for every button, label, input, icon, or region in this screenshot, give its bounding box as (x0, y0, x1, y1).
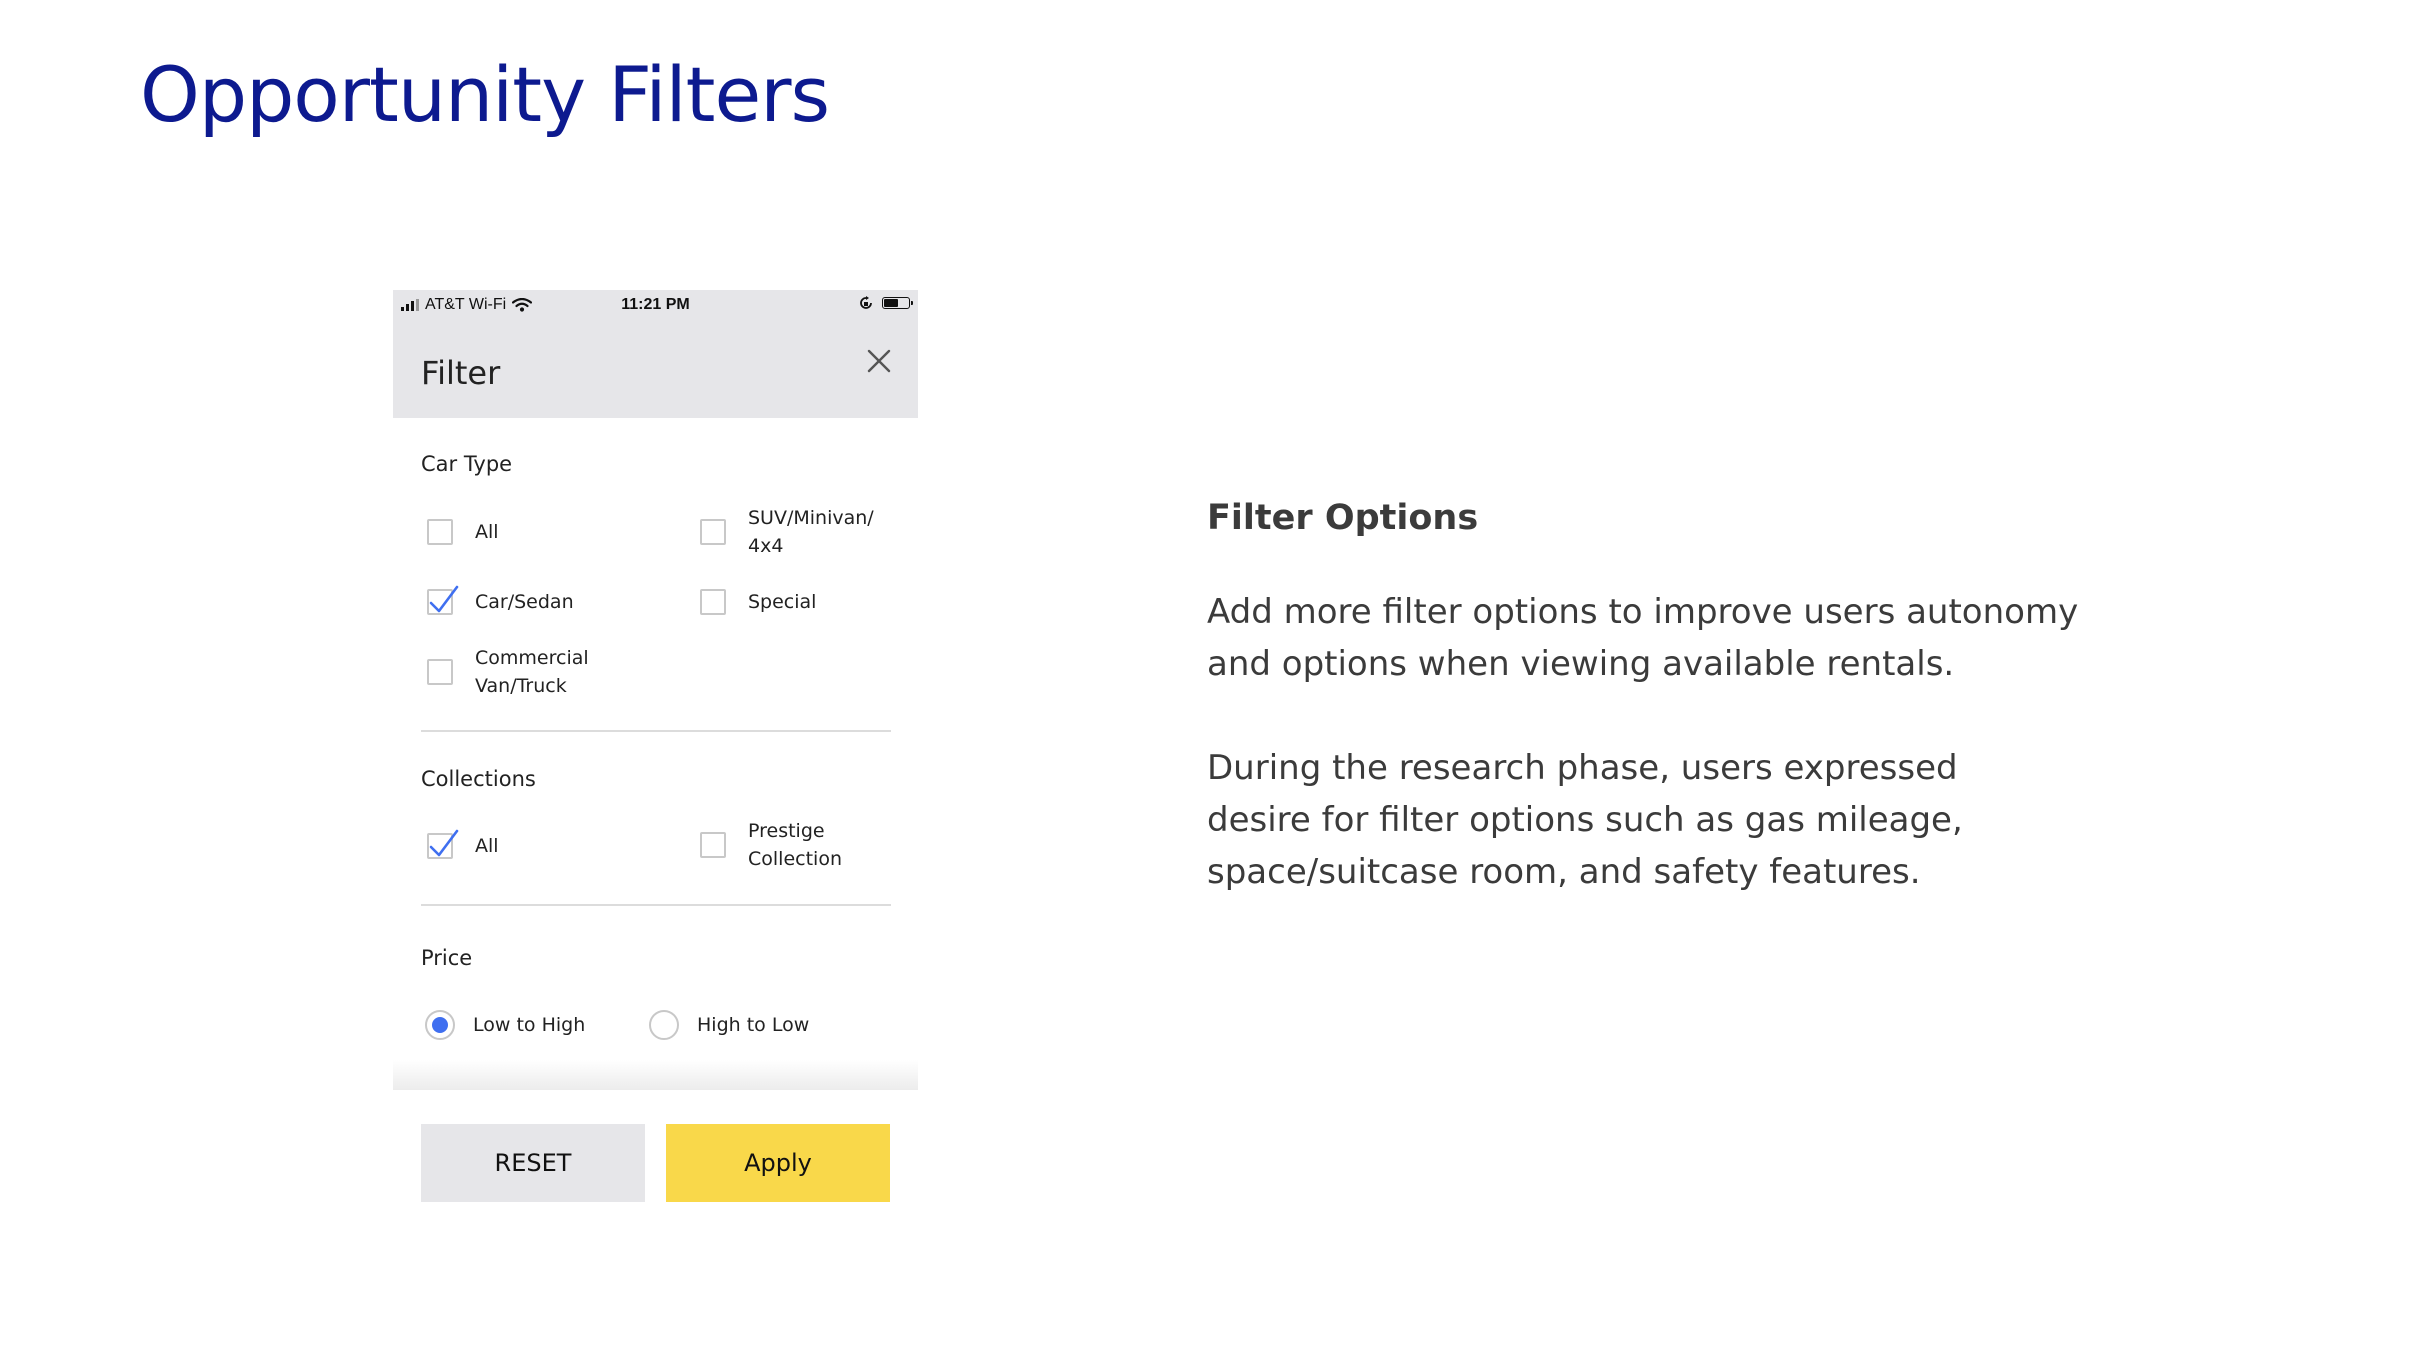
car-type-option-special[interactable]: Special (700, 588, 816, 616)
car-type-option-car-sedan[interactable]: Car/Sedan (427, 585, 574, 616)
radio-label: Low to High (473, 1014, 586, 1036)
slide-title: Opportunity Filters (140, 50, 830, 139)
option-label: Car/Sedan (475, 591, 574, 613)
checkbox-checked[interactable] (427, 829, 459, 859)
option-label: All (475, 521, 499, 543)
reset-button[interactable]: RESET (421, 1124, 645, 1202)
status-right (858, 295, 913, 311)
car-type-label: Car Type (421, 452, 513, 476)
filter-title: Filter (421, 354, 501, 392)
radio-selected[interactable] (425, 1010, 455, 1040)
checkbox[interactable] (427, 659, 453, 685)
orientation-lock-icon (860, 296, 872, 309)
checkmark-icon (429, 585, 459, 613)
checkmark-icon (429, 829, 459, 857)
close-icon[interactable] (864, 346, 894, 376)
option-label: Commercial Van/Truck (475, 647, 589, 697)
checkbox[interactable] (700, 832, 726, 858)
description-paragraph-2: During the research phase, users express… (1207, 748, 1963, 892)
status-time: 11:21 PM (621, 296, 690, 313)
option-label: All (475, 835, 499, 857)
price-option-low-to-high[interactable]: Low to High (425, 1010, 585, 1040)
description-heading: Filter Options (1207, 498, 1479, 538)
car-type-option-suv[interactable]: SUV/Minivan/4x4 (700, 504, 874, 560)
slide: Opportunity Filters AT&T Wi-Fi 11:21 PM (0, 0, 2416, 1358)
checkbox[interactable] (700, 519, 726, 545)
option-label: Special (748, 591, 817, 613)
price-label: Price (421, 946, 473, 970)
collections-option-all[interactable]: All (427, 829, 499, 860)
description-panel: Filter Options Add more filter options t… (1207, 498, 2207, 898)
car-type-option-commercial[interactable]: Commercial Van/Truck (427, 644, 589, 700)
slide-title-part2: Filters (608, 50, 830, 139)
filter-header: AT&T Wi-Fi 11:21 PM Filter (393, 290, 918, 418)
radio-label: High to Low (697, 1014, 810, 1036)
car-type-option-all[interactable]: All (427, 518, 499, 546)
divider (421, 730, 891, 732)
option-label: Prestige Collection (748, 820, 842, 870)
price-option-high-to-low[interactable]: High to Low (649, 1010, 809, 1040)
battery-icon (882, 297, 913, 309)
option-label: SUV/Minivan/4x4 (748, 507, 874, 557)
apply-button[interactable]: Apply (666, 1124, 890, 1202)
status-bar: AT&T Wi-Fi 11:21 PM (393, 290, 918, 320)
slide-title-part1: Opportunity (140, 50, 586, 139)
collections-label: Collections (421, 767, 536, 791)
divider (421, 904, 891, 906)
description-paragraph-1: Add more filter options to improve users… (1207, 592, 2079, 684)
checkbox-checked[interactable] (427, 585, 459, 615)
radio[interactable] (649, 1010, 679, 1040)
checkbox[interactable] (700, 589, 726, 615)
checkbox[interactable] (427, 519, 453, 545)
scroll-fade (393, 1060, 918, 1090)
collections-option-prestige[interactable]: Prestige Collection (700, 817, 842, 873)
filter-screen: AT&T Wi-Fi 11:21 PM Filter Car Type All … (393, 290, 918, 1220)
